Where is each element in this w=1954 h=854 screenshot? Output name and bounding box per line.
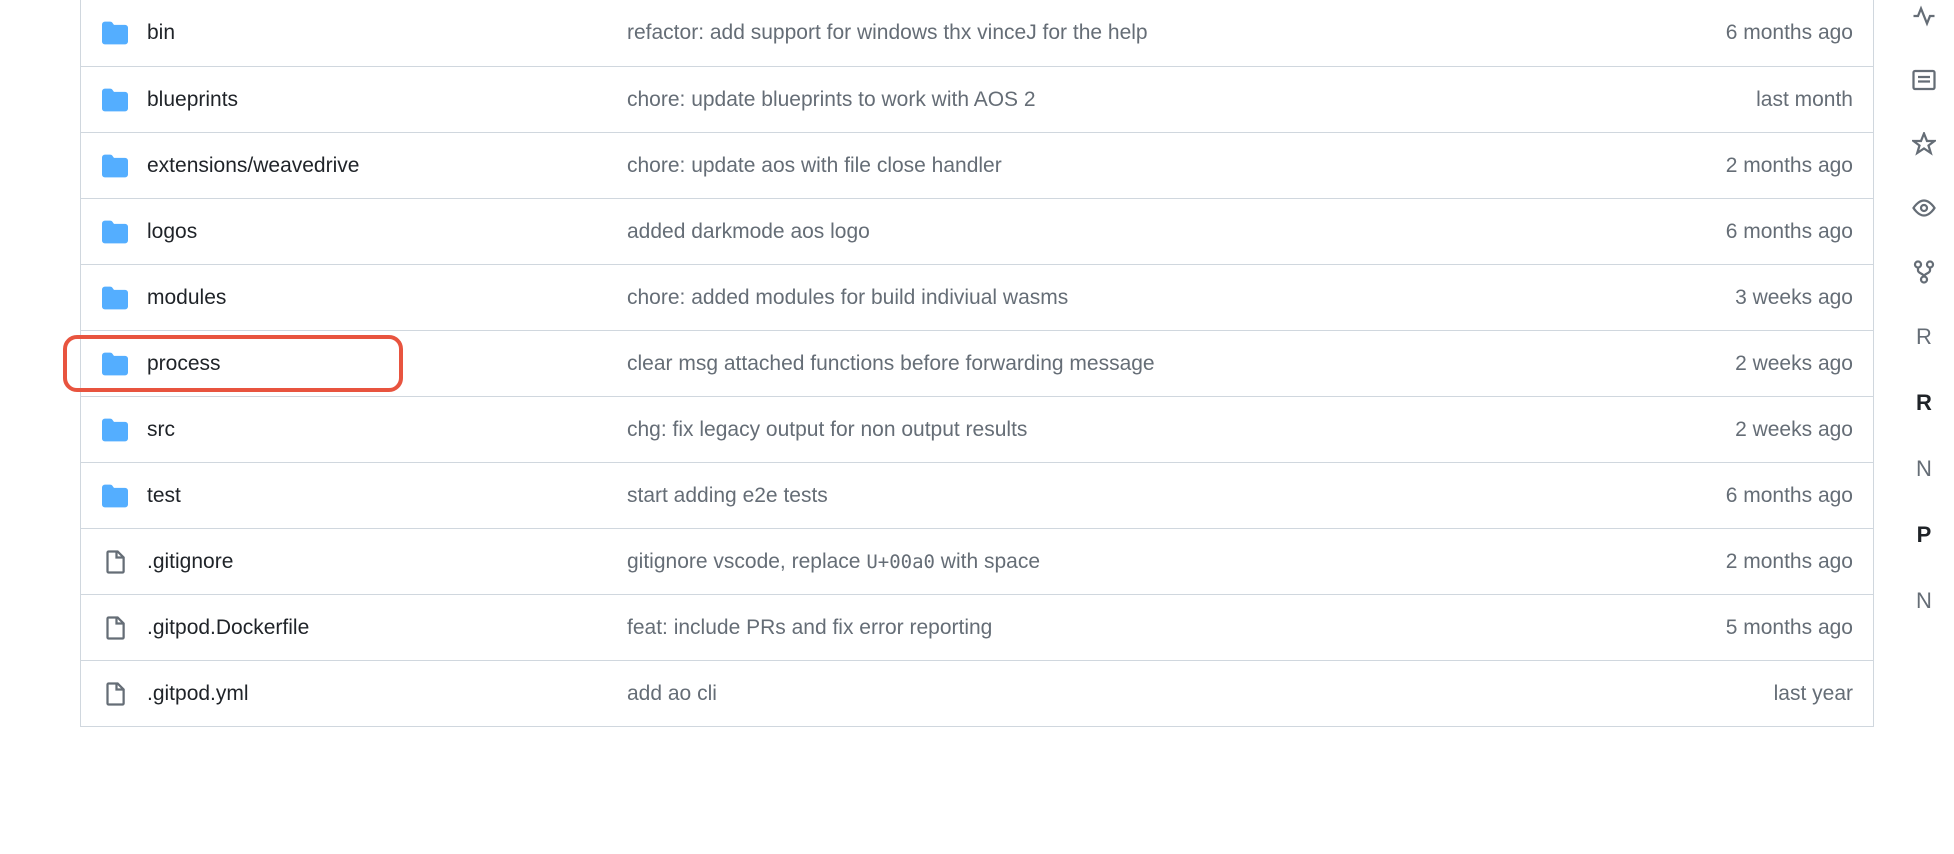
commit-message-link[interactable]: start adding e2e tests xyxy=(627,484,1710,508)
commit-message-link[interactable]: refactor: add support for windows thx vi… xyxy=(627,21,1710,45)
file-name-link[interactable]: test xyxy=(147,484,627,508)
sidebar-label: R xyxy=(1916,390,1932,416)
readme-icon[interactable] xyxy=(1912,68,1936,92)
file-row: extensions/weavedrivechore: update aos w… xyxy=(81,132,1873,198)
file-name-link[interactable]: modules xyxy=(147,286,627,310)
file-name-link[interactable]: .gitignore xyxy=(147,550,627,574)
commit-message-link[interactable]: added darkmode aos logo xyxy=(627,220,1710,244)
commit-time: 6 months ago xyxy=(1726,21,1853,45)
commit-message-link[interactable]: chore: update blueprints to work with AO… xyxy=(627,88,1740,112)
commit-time: 3 weeks ago xyxy=(1735,286,1853,310)
commit-message-link[interactable]: gitignore vscode, replace U+00a0 with sp… xyxy=(627,550,1710,574)
commit-time: 2 months ago xyxy=(1726,154,1853,178)
sidebar-label: N xyxy=(1916,456,1932,482)
folder-icon xyxy=(101,218,129,246)
file-list: binrefactor: add support for windows thx… xyxy=(80,0,1874,727)
commit-time: 6 months ago xyxy=(1726,220,1853,244)
file-row: processclear msg attached functions befo… xyxy=(81,330,1873,396)
commit-time: 6 months ago xyxy=(1726,484,1853,508)
file-row: binrefactor: add support for windows thx… xyxy=(81,0,1873,66)
folder-icon xyxy=(101,152,129,180)
folder-icon xyxy=(101,284,129,312)
file-name-link[interactable]: blueprints xyxy=(147,88,627,112)
commit-message-link[interactable]: add ao cli xyxy=(627,682,1758,706)
file-name-link[interactable]: process xyxy=(147,352,627,376)
folder-icon xyxy=(101,19,129,47)
commit-time: 2 weeks ago xyxy=(1735,352,1853,376)
file-icon xyxy=(101,680,129,708)
commit-message-link[interactable]: chore: added modules for build indiviual… xyxy=(627,286,1719,310)
file-icon xyxy=(101,548,129,576)
file-row: teststart adding e2e tests 6 months ago xyxy=(81,462,1873,528)
file-row: logosadded darkmode aos logo 6 months ago xyxy=(81,198,1873,264)
star-icon[interactable] xyxy=(1912,132,1936,156)
commit-time: 2 months ago xyxy=(1726,550,1853,574)
file-row: .gitignoregitignore vscode, replace U+00… xyxy=(81,528,1873,594)
file-row: srcchg: fix legacy output for non output… xyxy=(81,396,1873,462)
commit-message-link[interactable]: chg: fix legacy output for non output re… xyxy=(627,418,1719,442)
commit-message-link[interactable]: feat: include PRs and fix error reportin… xyxy=(627,616,1710,640)
folder-icon xyxy=(101,350,129,378)
file-icon xyxy=(101,614,129,642)
commit-time: last year xyxy=(1774,682,1853,706)
eye-icon[interactable] xyxy=(1912,196,1936,220)
commit-time: last month xyxy=(1756,88,1853,112)
file-row: .gitpod.ymladd ao cli last year xyxy=(81,660,1873,726)
sidebar-label: R xyxy=(1916,324,1932,350)
file-name-link[interactable]: logos xyxy=(147,220,627,244)
commit-message-link[interactable]: clear msg attached functions before forw… xyxy=(627,352,1719,376)
file-row: .gitpod.Dockerfilefeat: include PRs and … xyxy=(81,594,1873,660)
folder-icon xyxy=(101,482,129,510)
folder-icon xyxy=(101,416,129,444)
commit-time: 5 months ago xyxy=(1726,616,1853,640)
file-name-link[interactable]: extensions/weavedrive xyxy=(147,154,627,178)
file-name-link[interactable]: src xyxy=(147,418,627,442)
file-row: moduleschore: added modules for build in… xyxy=(81,264,1873,330)
sidebar-label: N xyxy=(1916,588,1932,614)
file-name-link[interactable]: .gitpod.Dockerfile xyxy=(147,616,627,640)
sidebar-label: P xyxy=(1917,522,1932,548)
file-name-link[interactable]: .gitpod.yml xyxy=(147,682,627,706)
sidebar: R R N P N xyxy=(1894,0,1954,727)
activity-icon[interactable] xyxy=(1912,4,1936,28)
folder-icon xyxy=(101,86,129,114)
file-name-link[interactable]: bin xyxy=(147,21,627,45)
commit-time: 2 weeks ago xyxy=(1735,418,1853,442)
file-row: blueprintschore: update blueprints to wo… xyxy=(81,66,1873,132)
commit-message-link[interactable]: chore: update aos with file close handle… xyxy=(627,154,1710,178)
fork-icon[interactable] xyxy=(1912,260,1936,284)
